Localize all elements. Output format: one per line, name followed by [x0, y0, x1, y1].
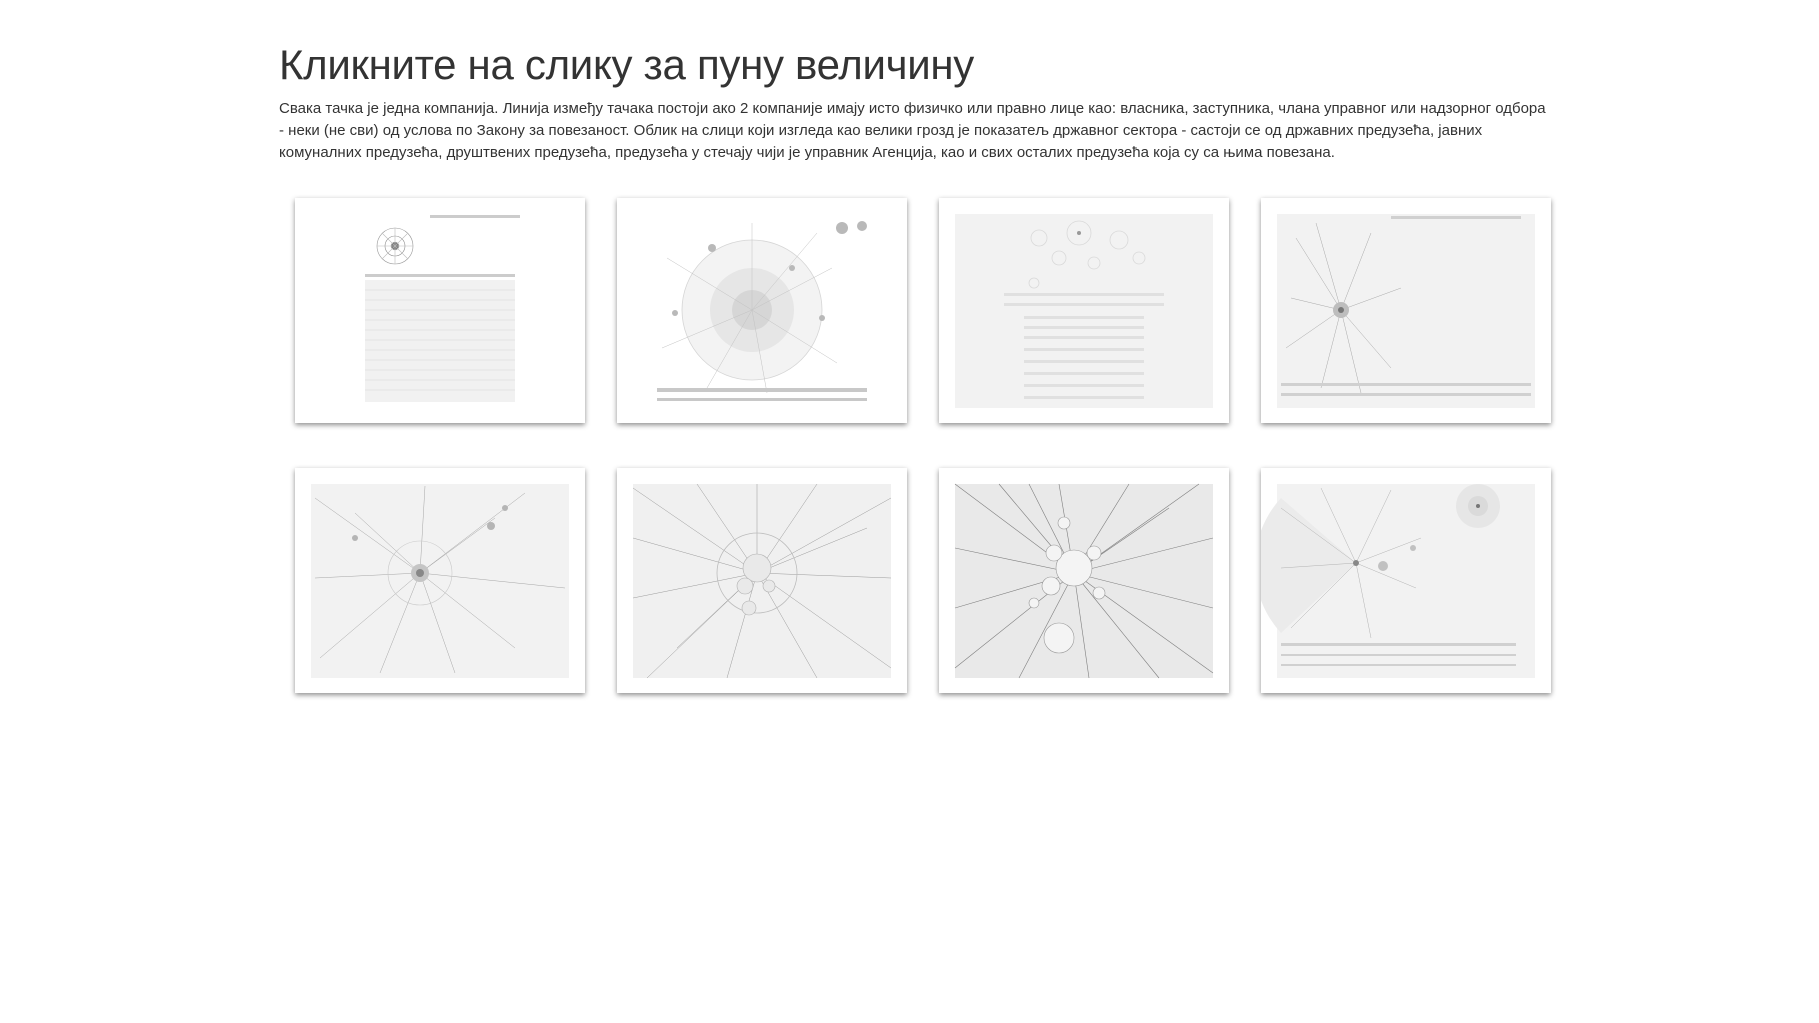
gallery-thumbnail-3[interactable]: [939, 198, 1229, 423]
network-graph-thumbnail-icon: [657, 221, 867, 401]
network-graph-thumbnail-icon: [311, 484, 569, 678]
gallery-thumbnail-1[interactable]: [295, 198, 585, 423]
network-graph-thumbnail-icon: [955, 214, 1213, 408]
gallery-thumbnail-8[interactable]: [1261, 468, 1551, 693]
content-container: Кликните на слику за пуну величину Свака…: [279, 0, 1559, 164]
network-graph-thumbnail-icon: [365, 215, 520, 402]
page-title: Кликните на слику за пуну величину: [279, 41, 974, 88]
gallery-thumbnail-2[interactable]: [617, 198, 907, 423]
intro-paragraph: Свака тачка је једна компанија. Линија и…: [279, 100, 1546, 161]
gallery-thumbnail-5[interactable]: [295, 468, 585, 693]
network-graph-thumbnail-icon: [1261, 484, 1535, 678]
network-graph-thumbnail-icon: [632, 483, 892, 679]
gallery-thumbnail-7[interactable]: [939, 468, 1229, 693]
network-graph-thumbnail-icon: [1277, 214, 1535, 408]
gallery-thumbnail-4[interactable]: [1261, 198, 1551, 423]
network-graph-thumbnail-icon: [954, 483, 1214, 679]
gallery-thumbnail-6[interactable]: [617, 468, 907, 693]
